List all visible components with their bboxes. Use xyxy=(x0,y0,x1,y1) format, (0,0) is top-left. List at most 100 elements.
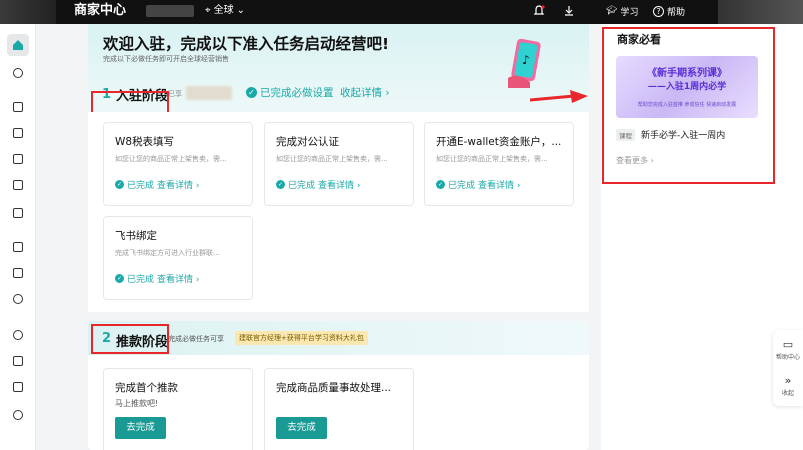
help-label: 帮助 xyxy=(667,7,686,18)
help-center-label: 帮助中心 xyxy=(775,354,800,361)
task-card[interactable]: 开通E-wallet资金账户，... 如您让您的商品正常上架售卖，需... ✓ … xyxy=(424,122,574,206)
annotation-arrow-icon xyxy=(530,90,588,103)
stage1-done-status: ✓ 已完成必做设置 xyxy=(246,85,334,100)
clipboard-icon xyxy=(13,128,23,138)
task-desc: 如您让您的商品正常上架售卖，需... xyxy=(115,155,227,163)
check-circle-icon: ✓ xyxy=(115,180,124,189)
sidebar-item-marketing[interactable] xyxy=(7,236,29,258)
box-icon xyxy=(13,102,23,112)
task-subtitle: 马上推款吧! xyxy=(115,399,159,408)
top-bar: 商家中心 ⌖ 全球 ⌄ 🎓︎ 学习 ? 帮助 xyxy=(0,0,803,24)
graduation-cap-icon: 🎓︎ xyxy=(606,6,618,16)
sidebar-item-reports[interactable] xyxy=(7,376,29,398)
welcome-title: 欢迎入驻，完成以下准入任务启动经营吧! xyxy=(103,35,390,53)
user-icon xyxy=(13,410,23,420)
task-title: 完成商品质量事故处理... xyxy=(276,382,392,394)
task-detail-link[interactable]: 查看详情 › xyxy=(478,178,520,191)
sidebar-item-store[interactable] xyxy=(7,174,29,196)
chat-bubble-icon: ▭ xyxy=(782,338,794,351)
plus-circle-icon xyxy=(13,68,23,78)
notification-bell-icon[interactable] xyxy=(533,0,545,22)
store-icon xyxy=(13,180,23,190)
sidebar-item-documents[interactable] xyxy=(7,148,29,170)
learn-button[interactable]: 🎓︎ 学习 xyxy=(606,0,638,22)
task-card[interactable]: 完成对公认证 如您让您的商品正常上架售卖，需... ✓ 已完成 查看详情 › xyxy=(264,122,414,206)
collapse-button[interactable]: » 收起 xyxy=(773,374,803,397)
check-circle-icon: ✓ xyxy=(276,180,285,189)
task-detail-link[interactable]: 查看详情 › xyxy=(318,178,360,191)
collapse-label: 收起 xyxy=(781,390,794,397)
task-card[interactable]: W8税表填写 如您让您的商品正常上架售卖，需... ✓ 已完成 查看详情 › xyxy=(103,122,253,206)
task-status: ✓ 已完成 查看详情 › xyxy=(436,178,520,191)
task-status-label: 已完成 xyxy=(127,181,155,191)
task-detail-link[interactable]: 查看详情 › xyxy=(157,178,199,191)
help-button[interactable]: ? 帮助 xyxy=(653,0,685,22)
double-chevron-right-icon: » xyxy=(784,374,792,387)
stage1-note: 已享 xyxy=(168,90,182,98)
sidebar-item-global[interactable] xyxy=(7,288,29,310)
chart-icon xyxy=(13,356,23,366)
floating-help-panel: ▭ 帮助中心 » 收起 xyxy=(773,330,803,406)
sidebar xyxy=(0,24,36,450)
stage1-blurred-reward xyxy=(186,86,232,100)
document-icon xyxy=(13,154,23,164)
home-icon xyxy=(13,40,23,50)
report-icon xyxy=(13,382,23,392)
stage2-reward-badge: 建联官方经理+获得平台学习资料大礼包 xyxy=(235,331,368,345)
task-status: ✓ 已完成 查看详情 › xyxy=(115,272,199,285)
trophy-icon xyxy=(13,330,23,340)
task-title: 开通E-wallet资金账户，... xyxy=(436,136,562,148)
sidebar-item-add[interactable] xyxy=(7,62,29,84)
task-status: ✓ 已完成 查看详情 › xyxy=(276,178,360,191)
app-title: 商家中心 xyxy=(74,3,127,18)
check-circle-icon: ✓ xyxy=(246,87,257,98)
stage2-section: 2 推款阶段 完成必做任务可享 建联官方经理+获得平台学习资料大礼包 完成首个推… xyxy=(88,321,589,450)
sidebar-item-promotions[interactable] xyxy=(7,202,29,224)
task-card[interactable]: 飞书绑定 完成飞书绑定方可进入行业群联... ✓ 已完成 查看详情 › xyxy=(103,216,253,300)
task-status: ✓ 已完成 查看详情 › xyxy=(115,178,199,191)
annotation-box-stage2 xyxy=(91,324,169,354)
sidebar-item-growth[interactable] xyxy=(7,324,29,346)
stage2-note: 完成必做任务可享 xyxy=(168,335,224,343)
wallet-icon xyxy=(13,268,23,278)
welcome-subtitle: 完成以下必做任务即可开启全球经营销售 xyxy=(103,55,229,63)
task-card[interactable]: 完成商品质量事故处理... 去完成 xyxy=(264,368,414,450)
sidebar-item-orders[interactable] xyxy=(7,122,29,144)
question-circle-icon: ? xyxy=(653,5,664,17)
task-detail-link[interactable]: 查看详情 › xyxy=(157,272,199,285)
sidebar-item-account[interactable] xyxy=(7,404,29,426)
chevron-down-icon: ⌄ xyxy=(236,5,246,16)
task-desc: 如您让您的商品正常上架售卖，需... xyxy=(276,155,388,163)
task-title: 完成首个推款 xyxy=(115,382,178,394)
location-pin-icon: ⌖ xyxy=(205,5,211,16)
help-center-button[interactable]: ▭ 帮助中心 xyxy=(773,338,803,361)
region-selector[interactable]: ⌖ 全球 ⌄ xyxy=(205,0,245,22)
logo-area-blurred xyxy=(0,0,56,24)
download-icon[interactable] xyxy=(563,0,575,22)
shop-name-blurred[interactable] xyxy=(146,5,194,17)
gift-icon xyxy=(13,208,23,218)
stage1-cards: W8税表填写 如您让您的商品正常上架售卖，需... ✓ 已完成 查看详情 › 完… xyxy=(88,112,589,312)
task-card[interactable]: 完成首个推款 马上推款吧! 去完成 xyxy=(103,368,253,450)
complete-task-button[interactable]: 去完成 xyxy=(276,417,327,439)
megaphone-icon xyxy=(13,242,23,252)
sidebar-item-data[interactable] xyxy=(7,350,29,372)
account-area-blurred[interactable] xyxy=(718,0,803,24)
stage1-done-label: 已完成必做设置 xyxy=(260,87,334,99)
task-desc: 完成飞书绑定方可进入行业群联... xyxy=(115,249,220,257)
check-circle-icon: ✓ xyxy=(115,274,124,283)
task-title: W8税表填写 xyxy=(115,136,175,148)
sidebar-item-products[interactable] xyxy=(7,96,29,118)
complete-task-button[interactable]: 去完成 xyxy=(115,417,166,439)
stage1-section: 1 入驻阶段 已享 ✓ 已完成必做设置 收起详情 › W8税表填写 如您让您的商… xyxy=(88,76,589,312)
region-label: 全球 xyxy=(213,5,234,16)
sidebar-item-finance[interactable] xyxy=(7,262,29,284)
sidebar-item-home[interactable] xyxy=(7,34,29,56)
annotation-box-panel xyxy=(602,27,775,184)
task-desc: 如您让您的商品正常上架售卖，需... xyxy=(436,155,548,163)
task-title: 飞书绑定 xyxy=(115,230,157,242)
task-status-label: 已完成 xyxy=(448,181,476,191)
stage1-collapse-link[interactable]: 收起详情 › xyxy=(340,85,390,100)
check-circle-icon: ✓ xyxy=(436,180,445,189)
main-content: 欢迎入驻，完成以下准入任务启动经营吧! 完成以下必做任务即可开启全球经营销售 ♪… xyxy=(88,24,589,450)
